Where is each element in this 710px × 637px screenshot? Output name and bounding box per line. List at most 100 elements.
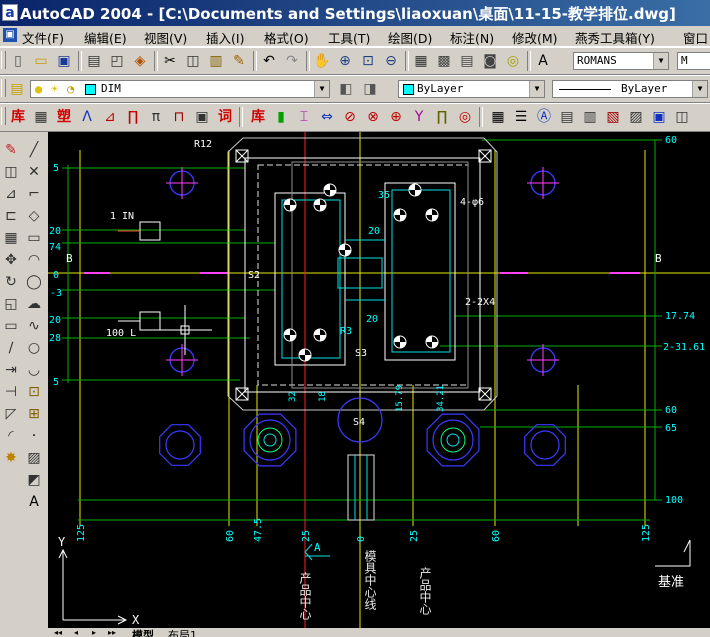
linetype-dropdown[interactable]: ByLayer ▼: [552, 80, 708, 98]
autocad-app-icon[interactable]: a: [2, 4, 18, 21]
lib2-icon[interactable]: 库: [248, 107, 268, 127]
chevron-down-icon[interactable]: ▼: [692, 81, 707, 97]
lib-icon[interactable]: 库: [8, 107, 28, 127]
undo-icon[interactable]: ↶: [259, 51, 279, 71]
menu-view[interactable]: 视图(V): [144, 28, 187, 46]
plastic-icon[interactable]: 塑: [54, 107, 74, 127]
ellipse-arc-icon[interactable]: ◡: [24, 360, 44, 380]
menu-dimension[interactable]: 标注(N): [450, 28, 494, 46]
tab-model[interactable]: 模型: [132, 628, 154, 637]
zoom-previous-icon[interactable]: ⊖: [381, 51, 401, 71]
menu-yanxiu-toolbox[interactable]: 燕秀工具箱(Y): [575, 28, 655, 46]
text-style-dropdown[interactable]: ROMANS ▼: [573, 52, 669, 70]
door-icon[interactable]: ∏: [432, 107, 452, 127]
cross-cut-icon[interactable]: ⊘: [340, 107, 360, 127]
menu-insert[interactable]: 插入(I): [206, 28, 244, 46]
menu-file[interactable]: 文件(F): [22, 28, 64, 46]
sun-thaw-icon[interactable]: ☀: [51, 81, 58, 97]
array-icon[interactable]: ▦: [1, 228, 21, 248]
color-dropdown[interactable]: ByLayer ▼: [398, 80, 545, 98]
zoom-realtime-icon[interactable]: ⊕: [335, 51, 355, 71]
thermometer-icon[interactable]: ▮: [271, 107, 291, 127]
make-block-icon[interactable]: ⊞: [24, 404, 44, 424]
menu-tools[interactable]: 工具(T): [328, 28, 370, 46]
save-icon[interactable]: ▣: [54, 51, 74, 71]
explode-icon[interactable]: ✸: [1, 448, 21, 468]
text-style-icon[interactable]: A: [533, 51, 553, 71]
dbconnect-icon[interactable]: ◙: [480, 51, 500, 71]
layer-manager-icon[interactable]: ▤: [7, 79, 27, 99]
box-icon[interactable]: ▣: [649, 107, 669, 127]
plot-preview-icon[interactable]: ◰: [107, 51, 127, 71]
extend-icon[interactable]: ⇥: [1, 360, 21, 380]
copy-clip-icon[interactable]: ◫: [183, 51, 203, 71]
zoom-window-icon[interactable]: ⊡: [358, 51, 378, 71]
chevron-down-icon[interactable]: ▼: [314, 81, 329, 97]
target-icon[interactable]: ◎: [455, 107, 475, 127]
menu-window[interactable]: 窗口: [683, 28, 708, 46]
chart-icon[interactable]: ▨: [626, 107, 646, 127]
table-icon[interactable]: ▦: [31, 107, 51, 127]
paste-icon[interactable]: ▥: [206, 51, 226, 71]
new-icon[interactable]: ▯: [8, 51, 28, 71]
rotate-icon[interactable]: ↻: [1, 272, 21, 292]
drawing-svg[interactable]: Y X 5 20 74 0 -3 20 28 5 1 IN 100 L B B …: [48, 132, 710, 628]
chevron-down-icon[interactable]: ▼: [529, 81, 544, 97]
first-tab-icon[interactable]: ◂◂: [50, 628, 66, 637]
bulb-on-icon[interactable]: ●: [35, 81, 42, 97]
y-icon[interactable]: Y: [409, 107, 429, 127]
construction-line-icon[interactable]: ✕: [24, 162, 44, 182]
drawing-canvas[interactable]: Y X 5 20 74 0 -3 20 28 5 1 IN 100 L B B …: [48, 132, 710, 628]
pin-icon[interactable]: π: [146, 107, 166, 127]
layer-dropdown[interactable]: ● ☀ ◔ DIM ▼: [30, 80, 330, 98]
stretch-icon[interactable]: ▭: [1, 316, 21, 336]
design-center-icon[interactable]: ▩: [434, 51, 454, 71]
title-bar[interactable]: a AutoCAD 2004 - [C:\Documents and Setti…: [0, 0, 710, 26]
a2-icon[interactable]: Ⓐ: [534, 107, 554, 127]
point-icon[interactable]: ·: [24, 426, 44, 446]
markup-icon[interactable]: ◎: [503, 51, 523, 71]
table4-icon[interactable]: ▧: [603, 107, 623, 127]
list-icon[interactable]: ☰: [511, 107, 531, 127]
dim-style-dropdown[interactable]: M: [677, 52, 710, 70]
menu-format[interactable]: 格式(O): [264, 28, 309, 46]
polygon-icon[interactable]: ◇: [24, 206, 44, 226]
menu-modify[interactable]: 修改(M): [512, 28, 558, 46]
dimension-icon[interactable]: ⊿: [100, 107, 120, 127]
insert-block-icon[interactable]: ⊡: [24, 382, 44, 402]
region-icon[interactable]: ◩: [24, 470, 44, 490]
scale-icon[interactable]: ◱: [1, 294, 21, 314]
width-icon[interactable]: ⇔: [317, 107, 337, 127]
screw-icon[interactable]: ∏: [123, 107, 143, 127]
menu-draw[interactable]: 绘图(D): [388, 28, 432, 46]
revcloud-icon[interactable]: ☁: [24, 294, 44, 314]
properties-icon[interactable]: ▦: [411, 51, 431, 71]
ellipse-icon[interactable]: ○: [24, 338, 44, 358]
trim-icon[interactable]: ∕: [1, 338, 21, 358]
line-icon[interactable]: ╱: [24, 140, 44, 160]
plot-icon[interactable]: ▣: [192, 107, 212, 127]
publish-icon[interactable]: ◈: [130, 51, 150, 71]
multiline-text-icon[interactable]: A: [24, 492, 44, 512]
table3-icon[interactable]: ▥: [580, 107, 600, 127]
break-icon[interactable]: ⊣: [1, 382, 21, 402]
pan-icon[interactable]: ✋: [312, 51, 332, 71]
erase-icon[interactable]: ✎: [1, 140, 21, 160]
polyline-icon[interactable]: ⌐: [24, 184, 44, 204]
chamfer-icon[interactable]: ◸: [1, 404, 21, 424]
cut-icon[interactable]: ✂: [160, 51, 180, 71]
print-icon[interactable]: ▤: [84, 51, 104, 71]
bolt-icon[interactable]: ⊗: [363, 107, 383, 127]
chevron-down-icon[interactable]: ▼: [653, 53, 668, 69]
hatch-icon[interactable]: ▨: [24, 448, 44, 468]
copy-icon[interactable]: ◫: [1, 162, 21, 182]
document-icon[interactable]: ▣: [3, 28, 17, 42]
make-current-icon[interactable]: ◨: [360, 79, 380, 99]
mirror-icon[interactable]: ⊿: [1, 184, 21, 204]
fillet-icon[interactable]: ◜: [1, 426, 21, 446]
last-tab-icon[interactable]: ▸▸: [104, 628, 120, 637]
circle-icon[interactable]: ◯: [24, 272, 44, 292]
offset-icon[interactable]: ⊏: [1, 206, 21, 226]
extra-icon[interactable]: ◫: [672, 107, 692, 127]
next-tab-icon[interactable]: ▸: [86, 628, 102, 637]
